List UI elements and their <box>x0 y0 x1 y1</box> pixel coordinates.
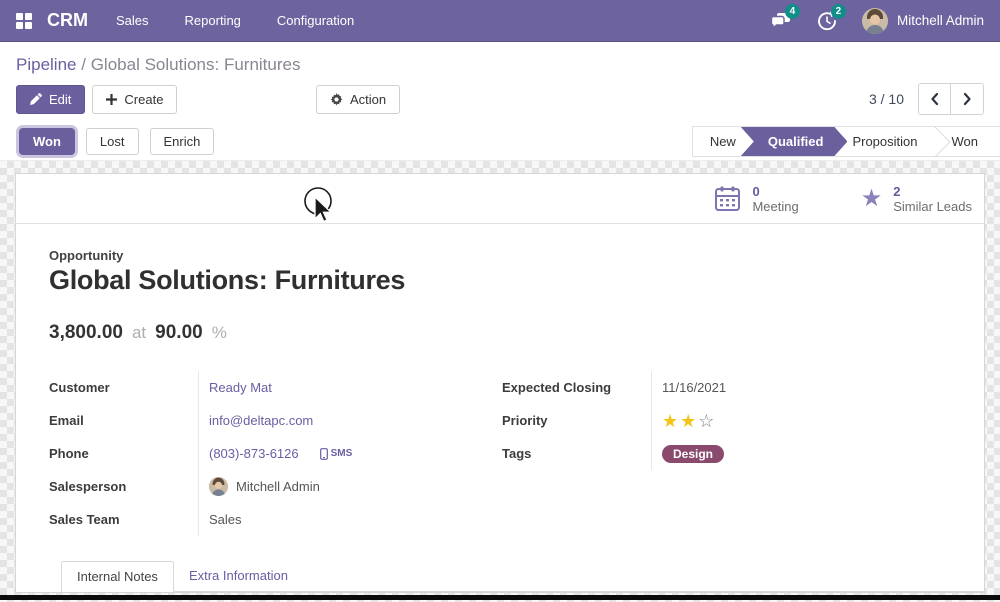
record-sheet: 0 Meeting ★ 2 Similar Leads Opportunity … <box>15 173 985 593</box>
email-row: Email info@deltapc.com <box>49 404 502 437</box>
meeting-stat-button[interactable]: 0 Meeting <box>714 184 798 214</box>
field-grid: Customer Ready Mat Email info@deltapc.co… <box>49 371 984 536</box>
pencil-icon <box>30 93 42 105</box>
priority-star-empty-icon[interactable]: ☆ <box>698 412 714 430</box>
expected-closing-row: Expected Closing 11/16/2021 <box>502 371 984 404</box>
salesperson-value[interactable]: Mitchell Admin <box>236 479 320 494</box>
pager-previous-button[interactable] <box>919 84 951 114</box>
gear-icon <box>330 93 343 106</box>
expected-closing-label: Expected Closing <box>502 380 651 395</box>
phone-link[interactable]: (803)-873-6126 <box>209 446 299 461</box>
status-bar: Won Lost Enrich New Qualified Propositio… <box>0 123 1000 161</box>
priority-label: Priority <box>502 413 651 428</box>
email-label: Email <box>49 413 198 428</box>
activities-button[interactable]: 2 <box>816 10 838 32</box>
salesperson-row: Salesperson Mitchell Admin <box>49 470 502 503</box>
sales-team-value[interactable]: Sales <box>209 512 242 527</box>
create-button-label: Create <box>124 92 163 107</box>
pager-next-button[interactable] <box>951 84 983 114</box>
tags-label: Tags <box>502 446 651 461</box>
at-label: at <box>132 323 146 343</box>
stat-button-box: 0 Meeting ★ 2 Similar Leads <box>16 174 984 224</box>
apps-menu-icon[interactable] <box>16 13 32 29</box>
enrich-button[interactable]: Enrich <box>150 128 215 155</box>
form-view-background: 0 Meeting ★ 2 Similar Leads Opportunity … <box>0 161 1000 602</box>
expected-revenue-value: 3,800.00 <box>49 322 123 344</box>
user-avatar <box>862 8 888 34</box>
won-button[interactable]: Won <box>19 128 75 155</box>
customer-link[interactable]: Ready Mat <box>209 380 272 395</box>
salesperson-avatar <box>209 477 228 496</box>
user-name: Mitchell Admin <box>897 13 984 28</box>
notebook-tabs: Internal Notes Extra Information <box>61 561 984 592</box>
app-name[interactable]: CRM <box>47 10 88 31</box>
menu-reporting[interactable]: Reporting <box>185 13 241 28</box>
activities-badge: 2 <box>831 4 846 19</box>
plus-icon <box>106 94 117 105</box>
expected-closing-value[interactable]: 11/16/2021 <box>662 380 726 395</box>
tag-design[interactable]: Design <box>662 445 724 463</box>
messages-button[interactable]: 4 <box>770 10 792 32</box>
pager-buttons <box>918 83 984 115</box>
similar-leads-stat-button[interactable]: ★ 2 Similar Leads <box>861 184 972 214</box>
top-navbar: CRM Sales Reporting Configuration 4 2 <box>0 0 1000 42</box>
stage-qualified[interactable]: Qualified <box>741 127 848 156</box>
menu-sales[interactable]: Sales <box>116 13 149 28</box>
breadcrumb-parent[interactable]: Pipeline <box>16 55 77 74</box>
lost-button[interactable]: Lost <box>86 128 139 155</box>
priority-star-filled-icon[interactable]: ★ <box>680 412 696 430</box>
calendar-icon <box>714 185 741 212</box>
messages-badge: 4 <box>785 4 800 19</box>
priority-stars: ★ ★ ☆ <box>662 412 714 430</box>
edit-button-label: Edit <box>49 92 71 107</box>
create-button[interactable]: Create <box>92 85 177 114</box>
mouse-cursor-indicator <box>298 185 344 227</box>
record-type-label: Opportunity <box>49 248 984 263</box>
mobile-phone-icon <box>320 448 328 460</box>
action-button-label: Action <box>350 92 386 107</box>
phone-row: Phone (803)-873-6126 SMS <box>49 437 502 470</box>
breadcrumb: Pipeline / Global Solutions: Furnitures <box>0 42 1000 77</box>
probability-value: 90.00 <box>155 322 203 344</box>
chevron-right-icon <box>961 92 973 106</box>
percent-sign: % <box>212 323 227 343</box>
stage-proposition[interactable]: Proposition <box>835 127 934 156</box>
sales-team-row: Sales Team Sales <box>49 503 502 536</box>
similar-leads-label: Similar Leads <box>893 199 972 214</box>
email-link[interactable]: info@deltapc.com <box>209 413 313 428</box>
meeting-label: Meeting <box>752 199 798 214</box>
tags-row: Tags Design <box>502 437 984 470</box>
main-menu: Sales Reporting Configuration <box>116 13 354 28</box>
customer-label: Customer <box>49 380 198 395</box>
tab-extra-information[interactable]: Extra Information <box>174 561 303 591</box>
similar-leads-count: 2 <box>893 184 972 199</box>
phone-label: Phone <box>49 446 198 461</box>
opportunity-title: Global Solutions: Furnitures <box>49 265 984 296</box>
sms-button[interactable]: SMS <box>320 448 353 460</box>
bottom-black-bar <box>0 595 1000 600</box>
breadcrumb-current: Global Solutions: Furnitures <box>91 55 301 74</box>
expected-revenue-row: 3,800.00 at 90.00 % <box>49 322 984 344</box>
menu-configuration[interactable]: Configuration <box>277 13 354 28</box>
breadcrumb-separator: / <box>81 55 86 74</box>
priority-star-filled-icon[interactable]: ★ <box>662 412 678 430</box>
chevron-left-icon <box>929 92 941 106</box>
user-menu[interactable]: Mitchell Admin <box>862 8 984 34</box>
control-panel-buttons: Edit Create Action 3 / 10 <box>0 77 1000 123</box>
customer-row: Customer Ready Mat <box>49 371 502 404</box>
stage-new[interactable]: New <box>693 127 753 156</box>
pager-value: 3 / 10 <box>869 91 904 107</box>
sales-team-label: Sales Team <box>49 512 198 527</box>
edit-button[interactable]: Edit <box>16 85 85 114</box>
priority-row: Priority ★ ★ ☆ <box>502 404 984 437</box>
stage-pipeline: New Qualified Proposition Won <box>692 126 1000 157</box>
meeting-count: 0 <box>752 184 798 199</box>
action-button[interactable]: Action <box>316 85 400 114</box>
sms-label: SMS <box>331 448 353 459</box>
salesperson-label: Salesperson <box>49 479 198 494</box>
star-icon: ★ <box>861 187 883 211</box>
tab-internal-notes[interactable]: Internal Notes <box>61 561 174 592</box>
